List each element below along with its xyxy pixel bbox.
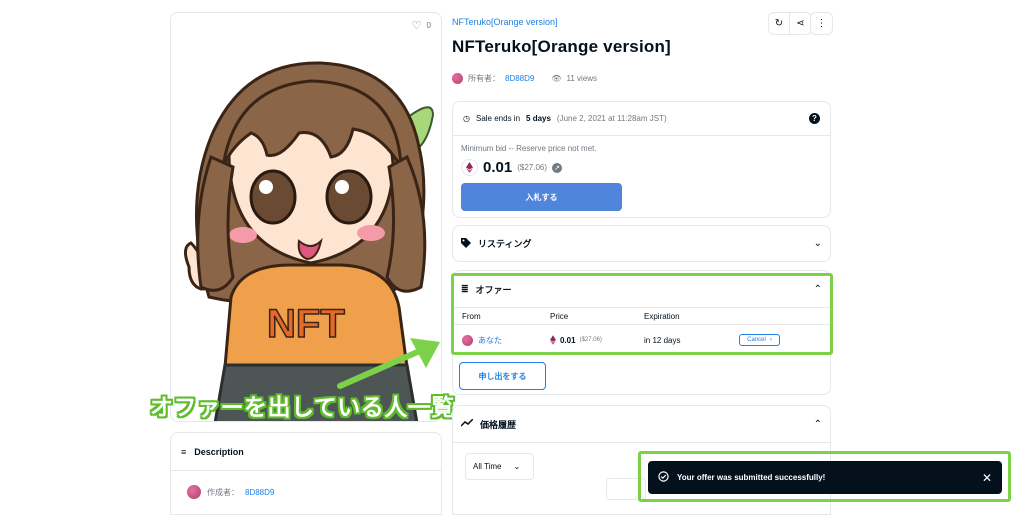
list-icon: ≣: [461, 283, 469, 294]
owner-avatar[interactable]: [452, 73, 463, 84]
offer-from-cell: あなた: [453, 334, 550, 346]
price-history-heading: 価格履歴: [480, 419, 517, 430]
eth-icon: [550, 335, 556, 345]
trend-line-icon: [460, 418, 474, 429]
eye-icon: 👁: [551, 74, 562, 83]
arrow-up-right-icon[interactable]: ↗: [552, 162, 562, 173]
time-range-select[interactable]: All Time ⌄: [465, 453, 534, 480]
favorites-count: 0: [426, 20, 431, 30]
current-price: 0.01: [483, 159, 513, 176]
creator-avatar[interactable]: [187, 485, 201, 499]
list-lines-icon: ≡: [181, 446, 187, 457]
price-history-header[interactable]: 価格履歴 ⌃: [453, 406, 830, 443]
listings-heading: リスティング: [478, 239, 532, 249]
table-row: あなた 0.01 ($27.06) in 12 days Cancel ›: [453, 325, 830, 355]
cancel-offer-button[interactable]: Cancel ›: [739, 334, 780, 346]
offers-table-header: From Price Expiration: [453, 308, 830, 325]
chevron-right-icon: ›: [769, 337, 772, 343]
chevron-down-icon: ⌄: [513, 462, 521, 471]
help-icon[interactable]: ?: [809, 113, 820, 124]
sale-ends-detail: (June 2, 2021 at 11:28am JST): [556, 114, 667, 123]
owner-label: 所有者：: [468, 74, 500, 83]
sale-card: ◷ Sale ends in 5 days (June 2, 2021 at 1…: [452, 101, 831, 218]
item-toolbar: ↻ ⋖: [768, 12, 812, 35]
more-vertical-icon: ⋮: [816, 18, 827, 29]
offers-panel: ≣ オファー ⌃ From Price Expiration あなた 0.01 …: [452, 270, 831, 395]
svg-text:NFT: NFT: [267, 302, 345, 346]
offer-from-link[interactable]: あなた: [478, 335, 502, 346]
creator-row: 作成者： 8D88D9: [171, 471, 441, 513]
creator-link[interactable]: 8D88D9: [245, 488, 274, 497]
price-row: 0.01 ($27.06) ↗: [461, 159, 822, 176]
place-bid-button[interactable]: 入札する: [461, 183, 622, 211]
offers-panel-header[interactable]: ≣ オファー ⌃: [453, 271, 830, 308]
check-circle-icon: [658, 471, 669, 484]
offers-heading: オファー: [475, 284, 512, 295]
toast-message: Your offer was submitted successfully!: [677, 473, 826, 482]
more-toolbar: ⋮: [810, 12, 833, 35]
owner-link[interactable]: 8D88D9: [505, 74, 534, 83]
views-label: 11 views: [566, 74, 598, 83]
clock-icon: ◷: [463, 114, 470, 123]
offer-from-avatar[interactable]: [462, 334, 473, 346]
heart-icon[interactable]: ♡: [412, 19, 422, 32]
listings-panel-header[interactable]: リスティング ⌄: [452, 225, 831, 262]
offer-price: 0.01: [560, 335, 576, 345]
creator-label: 作成者：: [207, 487, 239, 497]
description-card: ≡ Description 作成者： 8D88D9: [170, 432, 442, 515]
col-price: Price: [550, 311, 569, 321]
annotation-label: オファーを出している人一覧: [150, 394, 455, 420]
more-options-button[interactable]: ⋮: [811, 13, 832, 34]
close-icon[interactable]: ✕: [982, 471, 992, 485]
col-expiration: Expiration: [644, 311, 680, 321]
col-from: From: [462, 311, 481, 321]
views-count: 👁 11 views: [551, 74, 597, 83]
page: ♡ 0 NFT オファーを出している人一覧 ≡ Description 作成者：…: [0, 0, 1024, 515]
eth-icon: [461, 159, 478, 176]
media-top-bar: ♡ 0: [171, 13, 441, 37]
offer-price-cell: 0.01 ($27.06): [550, 335, 644, 345]
description-header[interactable]: ≡ Description: [171, 433, 441, 471]
description-heading: Description: [194, 446, 244, 457]
sale-ends-prefix: Sale ends in: [475, 114, 521, 123]
chevron-up-icon: ⌃: [813, 418, 822, 430]
chevron-down-icon: ⌄: [813, 238, 822, 249]
collection-link[interactable]: NFTeruko[Orange version]: [452, 17, 558, 27]
refresh-button[interactable]: ↻: [769, 13, 790, 34]
share-icon: ⋖: [796, 18, 805, 29]
success-toast: Your offer was submitted successfully! ✕: [648, 461, 1002, 494]
time-range-value: All Time: [473, 462, 502, 471]
chevron-up-icon: ⌃: [813, 283, 822, 295]
sale-ends-duration: 5 days: [526, 114, 551, 123]
offer-expiration: in 12 days: [644, 335, 681, 345]
refresh-icon: ↻: [774, 18, 784, 29]
current-price-usd: ($27.06): [517, 163, 547, 172]
cancel-offer-label: Cancel: [747, 337, 766, 343]
offers-table: From Price Expiration あなた 0.01 ($27.06) …: [453, 308, 830, 355]
nft-media-card: ♡ 0 NFT: [170, 12, 442, 422]
page-title: NFTeruko[Orange version]: [452, 37, 671, 56]
tag-icon: [461, 237, 471, 250]
min-bid-text: Minimum bid -- Reserve price not met.: [461, 144, 597, 153]
offer-price-usd: ($27.06): [579, 337, 602, 343]
offer-action-cell: Cancel ›: [739, 334, 829, 346]
owner-row: 所有者： 8D88D9 👁 11 views: [452, 73, 597, 84]
make-offer-button[interactable]: 申し出をする: [459, 362, 546, 390]
sale-body: Minimum bid -- Reserve price not met. 0.…: [453, 136, 830, 219]
nft-artwork[interactable]: NFT: [171, 37, 442, 422]
sale-header: ◷ Sale ends in 5 days (June 2, 2021 at 1…: [453, 102, 830, 136]
share-button[interactable]: ⋖: [790, 13, 811, 34]
